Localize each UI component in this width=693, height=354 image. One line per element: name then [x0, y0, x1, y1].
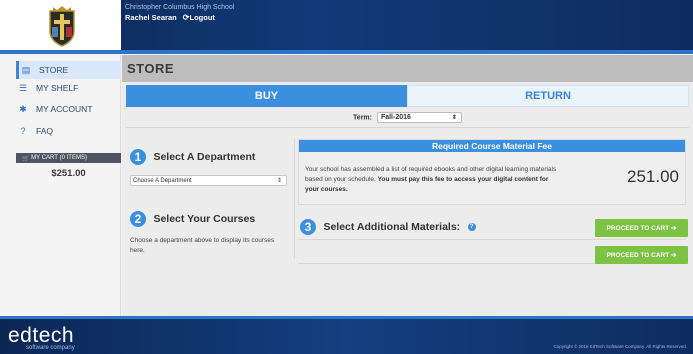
- step-number-badge: 2: [130, 210, 146, 227]
- user-line: Rachel Searan ⟳Logout: [125, 13, 215, 22]
- logout-link[interactable]: ⟳Logout: [183, 13, 215, 22]
- logout-icon: ⟳: [182, 13, 190, 22]
- header-stripe: [0, 50, 693, 54]
- sidebar-item-my-account[interactable]: ✱ MY ACCOUNT: [16, 100, 121, 118]
- proceed-to-cart-button[interactable]: PROCEED TO CART ➔: [595, 246, 688, 264]
- term-label: Term:: [353, 114, 372, 122]
- department-select[interactable]: Choose A Department ⇕: [130, 175, 287, 186]
- cart-label: MY CART: [31, 155, 58, 161]
- logout-label: Logout: [189, 13, 215, 22]
- select-arrows-icon: ⇕: [276, 178, 282, 184]
- info-icon[interactable]: ?: [467, 222, 476, 231]
- main-content: BUY RETURN Term: Fall-2016 ⇕ 1 Select A …: [122, 82, 693, 316]
- help-icon: ?: [20, 126, 26, 136]
- cart-icon: 🛒: [22, 155, 30, 162]
- step-title: Select Your Courses: [153, 212, 256, 225]
- brand-name: edtech: [8, 324, 75, 347]
- tab-buy[interactable]: BUY: [126, 85, 407, 107]
- department-select-value: Choose A Department: [133, 178, 192, 184]
- divider: [298, 239, 686, 240]
- step-1-heading: 1 Select A Department: [130, 148, 255, 166]
- sidebar-item-label: FAQ: [36, 126, 54, 136]
- brand-tagline: software company: [26, 345, 75, 351]
- page-title: STORE: [127, 61, 175, 76]
- buy-return-tabs: BUY RETURN: [126, 85, 689, 107]
- gear-icon: ✱: [19, 103, 27, 114]
- cart-count: (0 ITEMS): [59, 155, 87, 161]
- step-title: Select Additional Materials:: [323, 220, 461, 233]
- sidebar-item-store[interactable]: ▤ STORE: [16, 61, 121, 79]
- sidebar: ▤ STORE ☰ MY SHELF ✱ MY ACCOUNT ? FAQ 🛒 …: [0, 55, 121, 316]
- school-crest-icon: [49, 6, 75, 47]
- edtech-logo: edtech software company: [8, 324, 75, 351]
- user-name: Rachel Searan: [125, 13, 177, 22]
- cart-total: $251.00: [51, 168, 86, 179]
- column-divider: [294, 139, 295, 259]
- store-header-bar: STORE: [122, 55, 693, 82]
- sidebar-item-faq[interactable]: ? FAQ: [16, 122, 121, 140]
- term-value: Fall-2016: [380, 114, 411, 121]
- step-title: Select A Department: [153, 150, 256, 163]
- proceed-to-cart-button[interactable]: PROCEED TO CART ➔: [595, 219, 688, 237]
- school-name: Christopher Columbus High School: [125, 4, 235, 11]
- school-logo: [0, 0, 121, 53]
- sidebar-item-label: STORE: [39, 65, 69, 75]
- term-row: Term: Fall-2016 ⇕: [122, 112, 693, 123]
- cart-summary[interactable]: 🛒 MY CART (0 ITEMS) $251.00: [16, 153, 121, 183]
- divider: [126, 127, 689, 128]
- sidebar-item-label: MY ACCOUNT: [36, 104, 93, 114]
- sidebar-item-label: MY SHELF: [36, 83, 79, 93]
- shelf-icon: ☰: [18, 82, 28, 93]
- sidebar-item-my-shelf[interactable]: ☰ MY SHELF: [16, 79, 121, 97]
- select-arrows-icon: ⇕: [451, 115, 457, 121]
- required-fee-panel: Required Course Material Fee Your school…: [298, 139, 686, 205]
- term-select[interactable]: Fall-2016 ⇕: [376, 112, 462, 123]
- tab-return[interactable]: RETURN: [407, 85, 689, 107]
- courses-hint: Choose a department above to display its…: [130, 237, 275, 254]
- fee-header: Required Course Material Fee: [299, 140, 685, 152]
- step-number-badge: 1: [130, 148, 146, 165]
- fee-amount: 251.00: [627, 167, 679, 186]
- store-icon: ▤: [21, 64, 31, 75]
- app-footer: edtech software company Copyright © 2016…: [0, 316, 693, 354]
- copyright: Copyright © 2016 EdTech Software Company…: [553, 344, 687, 349]
- fee-description: Your school has assembled a list of requ…: [305, 165, 561, 195]
- footer-stripe: [0, 316, 693, 319]
- step-2-heading: 2 Select Your Courses: [130, 210, 255, 228]
- cart-bar[interactable]: 🛒 MY CART (0 ITEMS): [16, 153, 121, 163]
- app-header: Christopher Columbus High School Rachel …: [0, 0, 693, 54]
- step-3-heading: 3 Select Additional Materials: ?: [300, 218, 476, 236]
- step-number-badge: 3: [300, 218, 316, 235]
